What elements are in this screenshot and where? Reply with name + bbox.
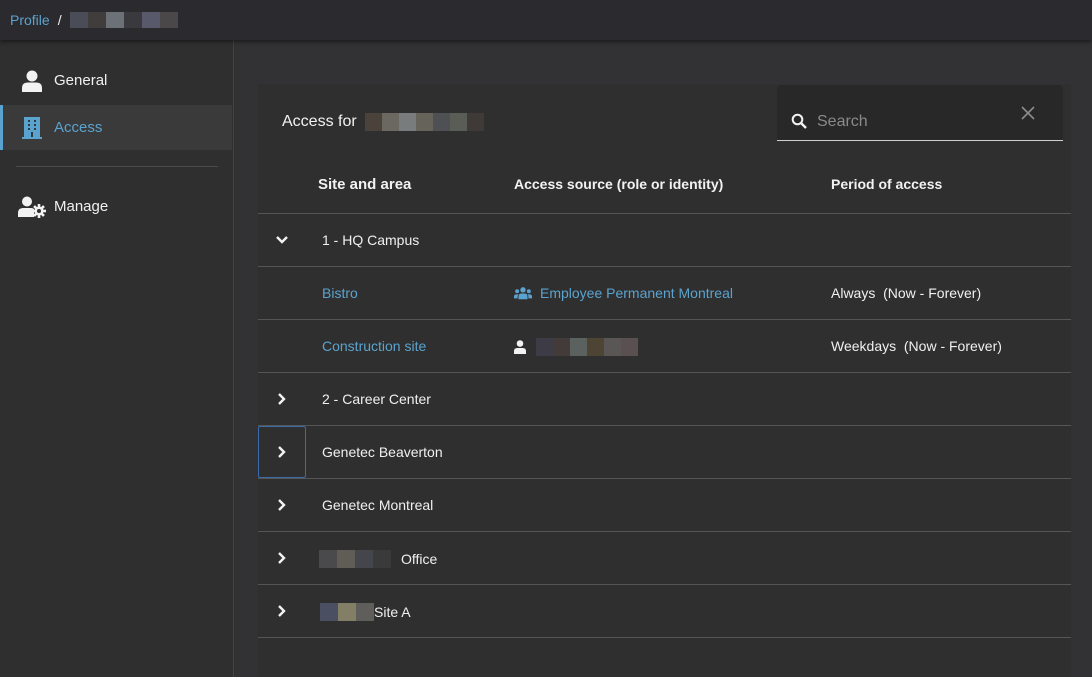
sidebar-item-label: General xyxy=(54,72,108,89)
chevron-right-icon xyxy=(278,605,286,617)
table-row-site[interactable]: Genetec Beaverton xyxy=(258,426,1071,479)
redacted-pixel xyxy=(141,12,160,28)
access-source-label: Employee Permanent Montreal xyxy=(540,285,733,301)
access-source[interactable]: Employee Permanent Montreal xyxy=(514,285,733,301)
table-row-site[interactable]: Genetec Montreal xyxy=(258,479,1071,532)
area-link[interactable]: Bistro xyxy=(322,285,358,301)
collapse-toggle[interactable] xyxy=(258,214,306,266)
table-header: Site and area Access source (role or ide… xyxy=(258,157,1071,214)
site-name: Genetec Beaverton xyxy=(322,444,443,460)
redacted-pixel xyxy=(621,338,638,356)
panel-title-text: Access for xyxy=(282,113,357,130)
site-name-redacted-prefix xyxy=(319,550,391,568)
site-name: Genetec Montreal xyxy=(322,497,434,513)
breadcrumb-current-redacted xyxy=(69,12,178,28)
breadcrumb-separator: / xyxy=(57,12,62,28)
panel-title: Access for xyxy=(282,113,484,131)
sidebar-item-label: Manage xyxy=(54,198,109,215)
redacted-pixel xyxy=(536,338,553,356)
site-name-text: Office xyxy=(401,551,438,567)
redacted-pixel xyxy=(337,550,355,568)
sidebar: General Access Manage xyxy=(0,40,234,677)
site-name-redacted-prefix xyxy=(320,603,374,621)
table-row-site[interactable]: 2 - Career Center xyxy=(258,373,1071,426)
building-icon xyxy=(17,116,47,140)
table-row-site[interactable]: Site A xyxy=(258,585,1071,638)
access-period: Always (Now - Forever) xyxy=(831,285,982,301)
clear-search-icon[interactable] xyxy=(1020,105,1036,121)
site-name: Site A xyxy=(320,603,411,621)
redacted-pixel xyxy=(123,12,142,28)
site-name: Office xyxy=(319,550,437,568)
site-name-text: Site A xyxy=(374,604,411,620)
redacted-pixel xyxy=(398,113,416,131)
expand-toggle[interactable] xyxy=(258,373,306,425)
site-name: 2 - Career Center xyxy=(322,391,431,407)
access-source-redacted xyxy=(536,338,638,356)
redacted-pixel xyxy=(432,113,450,131)
redacted-pixel xyxy=(466,113,484,131)
group-icon xyxy=(514,286,532,300)
redacted-pixel xyxy=(570,338,587,356)
column-header-source[interactable]: Access source (role or identity) xyxy=(514,176,723,192)
redacted-pixel xyxy=(159,12,178,28)
expand-toggle[interactable] xyxy=(258,532,306,584)
table-row-area: Bistro Employee Permanent Montreal Alway… xyxy=(258,267,1071,320)
sidebar-item-general[interactable]: General xyxy=(0,58,232,103)
sidebar-item-manage[interactable]: Manage xyxy=(0,184,232,229)
redacted-pixel xyxy=(364,113,382,131)
breadcrumb-profile-link[interactable]: Profile xyxy=(10,12,50,28)
redacted-pixel xyxy=(338,603,356,621)
expand-toggle[interactable] xyxy=(258,479,306,531)
sidebar-divider xyxy=(16,166,218,167)
breadcrumb-bar: Profile / xyxy=(0,0,1092,40)
access-source[interactable] xyxy=(514,338,638,356)
expand-toggle[interactable] xyxy=(258,585,306,637)
redacted-pixel xyxy=(319,550,337,568)
redacted-pixel xyxy=(381,113,399,131)
redacted-pixel xyxy=(356,603,374,621)
column-header-period[interactable]: Period of access xyxy=(831,176,942,192)
table-row-site[interactable]: 1 - HQ Campus xyxy=(258,214,1071,267)
chevron-down-icon xyxy=(276,236,288,244)
redacted-pixel xyxy=(415,113,433,131)
access-period: Weekdays (Now - Forever) xyxy=(831,338,1002,354)
person-icon xyxy=(17,69,47,93)
redacted-pixel xyxy=(604,338,621,356)
redacted-pixel xyxy=(87,12,106,28)
chevron-right-icon xyxy=(278,393,286,405)
search-field[interactable] xyxy=(777,85,1063,141)
redacted-pixel xyxy=(320,603,338,621)
column-header-site[interactable]: Site and area xyxy=(318,176,411,193)
chevron-right-icon xyxy=(278,446,286,458)
chevron-right-icon xyxy=(278,499,286,511)
person-icon xyxy=(514,340,528,354)
table-row-area: Construction site Weekdays (Now - Foreve… xyxy=(258,320,1071,373)
expand-toggle[interactable] xyxy=(258,426,306,478)
access-panel: Access for Site and area Access source (… xyxy=(258,84,1071,677)
redacted-pixel xyxy=(587,338,604,356)
search-icon xyxy=(791,113,807,129)
redacted-pixel xyxy=(69,12,88,28)
redacted-pixel xyxy=(553,338,570,356)
area-link[interactable]: Construction site xyxy=(322,338,426,354)
user-gear-icon xyxy=(17,195,47,219)
redacted-pixel xyxy=(105,12,124,28)
search-input[interactable] xyxy=(817,111,1017,133)
sidebar-item-access[interactable]: Access xyxy=(0,105,232,150)
redacted-pixel xyxy=(449,113,467,131)
table-row-site[interactable]: Office xyxy=(258,532,1071,585)
redacted-pixel xyxy=(373,550,391,568)
panel-title-redacted-name xyxy=(364,113,484,131)
site-name: 1 - HQ Campus xyxy=(322,232,420,248)
chevron-right-icon xyxy=(278,552,286,564)
redacted-pixel xyxy=(355,550,373,568)
sidebar-item-label: Access xyxy=(54,119,103,136)
